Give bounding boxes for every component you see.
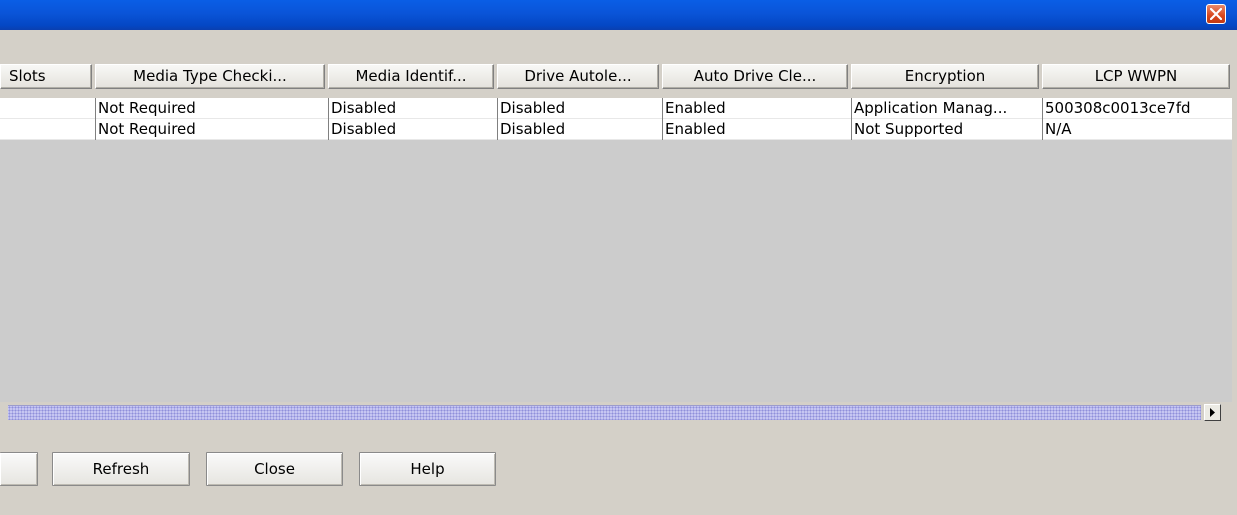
table-row[interactable]: Not Required Disabled Disabled Enabled A…	[0, 98, 1232, 119]
table-body: Not Required Disabled Disabled Enabled A…	[0, 98, 1232, 402]
dialog-button-bar: Refresh Close Help	[0, 440, 1232, 492]
cell-lcp-wwpn: 500308c0013ce7fd	[1042, 98, 1232, 119]
cell-slots	[0, 98, 95, 119]
cell-media-type-checking: Not Required	[95, 98, 328, 119]
column-header-auto-drive-clean[interactable]: Auto Drive Cle...	[662, 64, 848, 89]
partial-button[interactable]	[0, 452, 38, 486]
table-header: Slots Media Type Checki... Media Identif…	[0, 64, 1232, 89]
scroll-right-button[interactable]	[1204, 404, 1221, 421]
cell-encryption: Application Manag...	[851, 98, 1042, 119]
cell-media-identification: Disabled	[328, 119, 497, 140]
table-panel: Slots Media Type Checki... Media Identif…	[0, 58, 1232, 463]
close-x-icon	[1210, 8, 1222, 20]
column-header-drive-autoload[interactable]: Drive Autole...	[497, 64, 659, 89]
cell-slots	[0, 119, 95, 140]
window-titlebar	[0, 0, 1237, 30]
arrow-right-icon	[1210, 408, 1215, 417]
refresh-button[interactable]: Refresh	[52, 452, 190, 486]
help-button[interactable]: Help	[359, 452, 496, 486]
close-button[interactable]: Close	[206, 452, 343, 486]
column-header-lcp-wwpn[interactable]: LCP WWPN	[1042, 64, 1230, 89]
cell-media-identification: Disabled	[328, 98, 497, 119]
column-header-media-identification[interactable]: Media Identif...	[328, 64, 494, 89]
horizontal-scrollbar[interactable]	[0, 403, 1232, 422]
cell-media-type-checking: Not Required	[95, 119, 328, 140]
cell-drive-autoload: Disabled	[497, 119, 662, 140]
window-close-button[interactable]	[1206, 4, 1226, 24]
cell-auto-drive-clean: Enabled	[662, 98, 851, 119]
column-header-media-type-checking[interactable]: Media Type Checki...	[95, 64, 325, 89]
window-right-edge	[1232, 30, 1237, 515]
cell-auto-drive-clean: Enabled	[662, 119, 851, 140]
cell-encryption: Not Supported	[851, 119, 1042, 140]
column-header-slots[interactable]: Slots	[0, 64, 92, 89]
cell-drive-autoload: Disabled	[497, 98, 662, 119]
scrollbar-thumb[interactable]	[8, 405, 1201, 420]
column-header-encryption[interactable]: Encryption	[851, 64, 1039, 89]
table-row[interactable]: Not Required Disabled Disabled Enabled N…	[0, 119, 1232, 140]
cell-lcp-wwpn: N/A	[1042, 119, 1232, 140]
